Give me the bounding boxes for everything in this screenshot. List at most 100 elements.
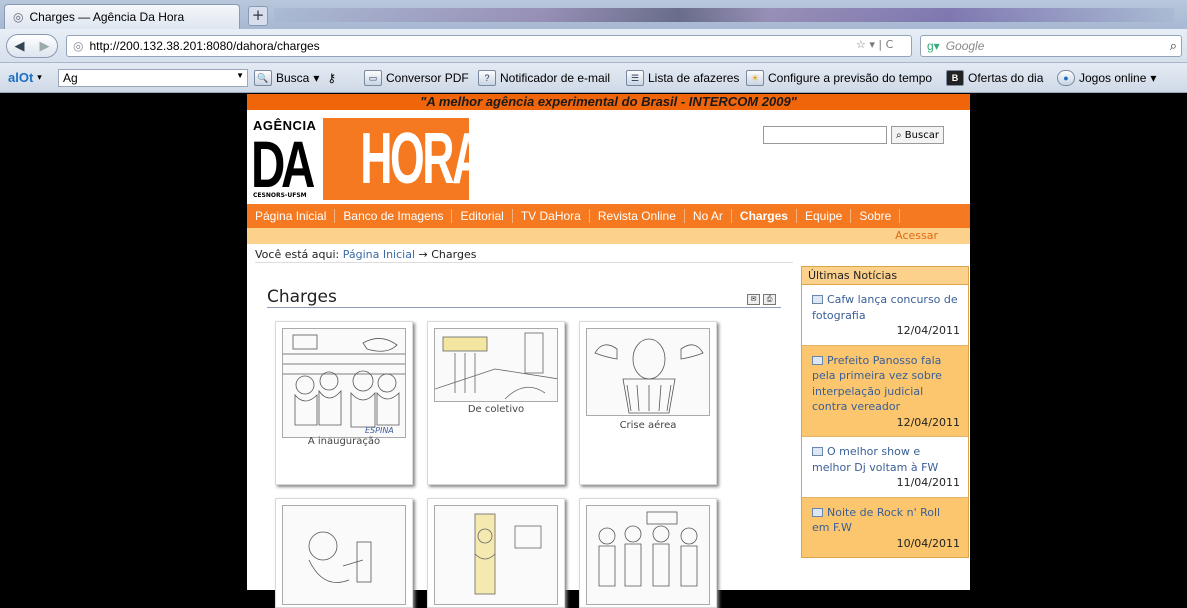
lista-afazeres-button[interactable]: ☰ Lista de afazeres: [626, 70, 739, 86]
news-date: 12/04/2011: [896, 324, 960, 337]
globe-icon: ◎: [13, 10, 24, 24]
email-icon: ?: [478, 70, 496, 86]
url-text: http://200.132.38.201:8080/dahora/charge…: [89, 39, 320, 53]
breadcrumb: Você está aqui: Página Inicial → Charges: [255, 248, 477, 261]
cartoon-card[interactable]: [275, 498, 413, 608]
news-item: Prefeito Panosso fala pela primeira vez …: [802, 345, 968, 437]
divider: [255, 262, 793, 263]
new-tab-button[interactable]: +: [248, 6, 268, 26]
forward-arrow-icon[interactable]: ▶: [40, 39, 50, 54]
menu-item-banco-imagens[interactable]: Banco de Imagens: [335, 209, 453, 223]
cartoon-image[interactable]: [586, 328, 710, 416]
news-date: 11/04/2011: [896, 476, 960, 489]
jogos-online-button[interactable]: ● Jogos online ▾: [1057, 70, 1156, 86]
news-item: Cafw lança concurso de fotografia 12/04/…: [802, 285, 968, 346]
menu-item-tv-dahora[interactable]: TV DaHora: [513, 209, 590, 223]
sun-icon: ☀: [746, 70, 764, 86]
menu-item-pagina-inicial[interactable]: Página Inicial: [247, 209, 336, 223]
browser-tab[interactable]: ◎ Charges — Agência Da Hora: [4, 4, 240, 29]
cartoon-caption: De coletivo: [467, 404, 525, 415]
logo-hora-block: HORA: [323, 118, 484, 200]
main-menu: Página Inicial Banco de Imagens Editoria…: [247, 204, 970, 228]
cartoon-image[interactable]: [282, 505, 406, 605]
back-forward-buttons[interactable]: ◀ ▶: [6, 34, 58, 58]
site-search: ⌕ Buscar: [763, 126, 944, 144]
news-icon: [812, 355, 823, 365]
cartoon-signature: ESPINA: [365, 426, 394, 435]
previsao-tempo-button[interactable]: ☀ Configure a previsão do tempo: [746, 70, 932, 86]
send-email-icon[interactable]: ✉: [747, 294, 760, 305]
cartoon-image[interactable]: [586, 505, 710, 605]
cartoon-card[interactable]: ESPINA A inauguração: [275, 321, 413, 485]
menu-item-sobre[interactable]: Sobre: [851, 209, 901, 223]
ofertas-dia-button[interactable]: B Ofertas do dia: [946, 70, 1043, 86]
menu-item-equipe[interactable]: Equipe: [797, 209, 852, 223]
login-link[interactable]: Acessar: [895, 229, 938, 242]
site-logo[interactable]: AGÊNCIA DA HORA CESNORS-UFSM: [251, 116, 484, 201]
cartoon-image[interactable]: [434, 505, 558, 605]
pdf-icon: ▭: [364, 70, 382, 86]
news-item: O melhor show e melhor Dj voltam à FW 11…: [802, 437, 968, 498]
menu-item-editorial[interactable]: Editorial: [452, 209, 513, 223]
cartoon-card[interactable]: [427, 498, 565, 608]
news-icon: [812, 447, 823, 456]
cartoon-image[interactable]: [434, 328, 558, 402]
games-icon: ●: [1057, 70, 1075, 86]
url-bar-controls[interactable]: ☆ ▾ | C: [856, 38, 893, 51]
breadcrumb-home-link[interactable]: Página Inicial: [343, 248, 415, 261]
search-icon: 🔍: [254, 70, 272, 86]
login-bar: Acessar: [247, 228, 970, 244]
news-link[interactable]: Prefeito Panosso fala pela primeira vez …: [812, 354, 942, 414]
magnifier-icon: ⌕: [896, 129, 902, 141]
news-link[interactable]: Cafw lança concurso de fotografia: [812, 293, 958, 322]
news-link[interactable]: O melhor show e melhor Dj voltam à FW: [812, 445, 938, 474]
web-page: "A melhor agência experimental do Brasil…: [247, 94, 970, 608]
search-icon[interactable]: ⌕: [1170, 38, 1177, 54]
site-header: AGÊNCIA DA HORA CESNORS-UFSM ⌕ Buscar: [247, 110, 970, 204]
latest-news-panel: Últimas Notícias Cafw lança concurso de …: [801, 266, 969, 558]
cartoon-card[interactable]: De coletivo: [427, 321, 565, 485]
title-underline: [267, 307, 781, 308]
list-icon: ☰: [626, 70, 644, 86]
menu-item-charges[interactable]: Charges: [732, 209, 797, 223]
menu-item-revista-online[interactable]: Revista Online: [590, 209, 685, 223]
latest-news-title: Últimas Notícias: [802, 267, 968, 285]
cartoon-card[interactable]: [579, 498, 717, 608]
news-date: 12/04/2011: [896, 415, 960, 429]
browser-tab-bar: ◎ Charges — Agência Da Hora +: [0, 0, 1187, 29]
addon-search-field[interactable]: Ag ▼: [58, 69, 248, 87]
cartoon-card[interactable]: Crise aérea: [579, 321, 717, 485]
addon-toolbar: alOt ▾ Ag ▼ 🔍 Busca ▾ ⚷ ▭ Conversor PDF ? Notif…: [0, 63, 1187, 93]
search-bar[interactable]: g▾ Google ⌕: [920, 35, 1182, 57]
news-date: 10/04/2011: [896, 536, 960, 550]
tab-strip-background: [274, 8, 1174, 22]
url-bar[interactable]: ◎ http://200.132.38.201:8080/dahora/char…: [66, 35, 912, 57]
navigation-bar: ◀ ▶ ◎ http://200.132.38.201:8080/dahora/…: [0, 29, 1187, 63]
logo-da-text: DA: [251, 127, 315, 201]
print-icon[interactable]: ⎙: [763, 294, 776, 305]
cartoon-caption: Crise aérea: [619, 420, 677, 431]
site-search-button[interactable]: ⌕ Buscar: [891, 126, 944, 144]
logo-hora-text: HORA: [360, 119, 484, 199]
cartoon-image[interactable]: ESPINA: [282, 328, 406, 438]
google-icon[interactable]: g▾: [927, 39, 940, 53]
busca-button[interactable]: 🔍 Busca ▾ ⚷: [254, 70, 336, 86]
back-arrow-icon[interactable]: ◀: [15, 39, 25, 54]
notificador-email-button[interactable]: ? Notificador de e-mail: [478, 70, 610, 86]
tab-title: Charges — Agência Da Hora: [29, 10, 185, 24]
cartoon-caption: A inauguração: [307, 436, 381, 447]
logo-bottom-text: CESNORS-UFSM: [253, 192, 307, 199]
site-slogan: "A melhor agência experimental do Brasil…: [247, 94, 970, 110]
news-icon: [812, 295, 823, 304]
conversor-pdf-button[interactable]: ▭ Conversor PDF: [364, 70, 469, 86]
menu-item-no-ar[interactable]: No Ar: [685, 209, 732, 223]
alot-logo[interactable]: alOt ▾: [8, 70, 42, 85]
news-link[interactable]: Noite de Rock n' Roll em F.W: [812, 506, 940, 535]
site-identity-icon[interactable]: ◎: [73, 39, 83, 53]
site-search-input[interactable]: [763, 126, 887, 144]
search-placeholder: Google: [945, 39, 985, 53]
b-icon: B: [946, 70, 964, 86]
breadcrumb-current: Charges: [431, 248, 477, 261]
key-icon: ⚷: [327, 71, 337, 85]
news-item: Noite de Rock n' Roll em F.W 10/04/2011: [802, 497, 968, 557]
